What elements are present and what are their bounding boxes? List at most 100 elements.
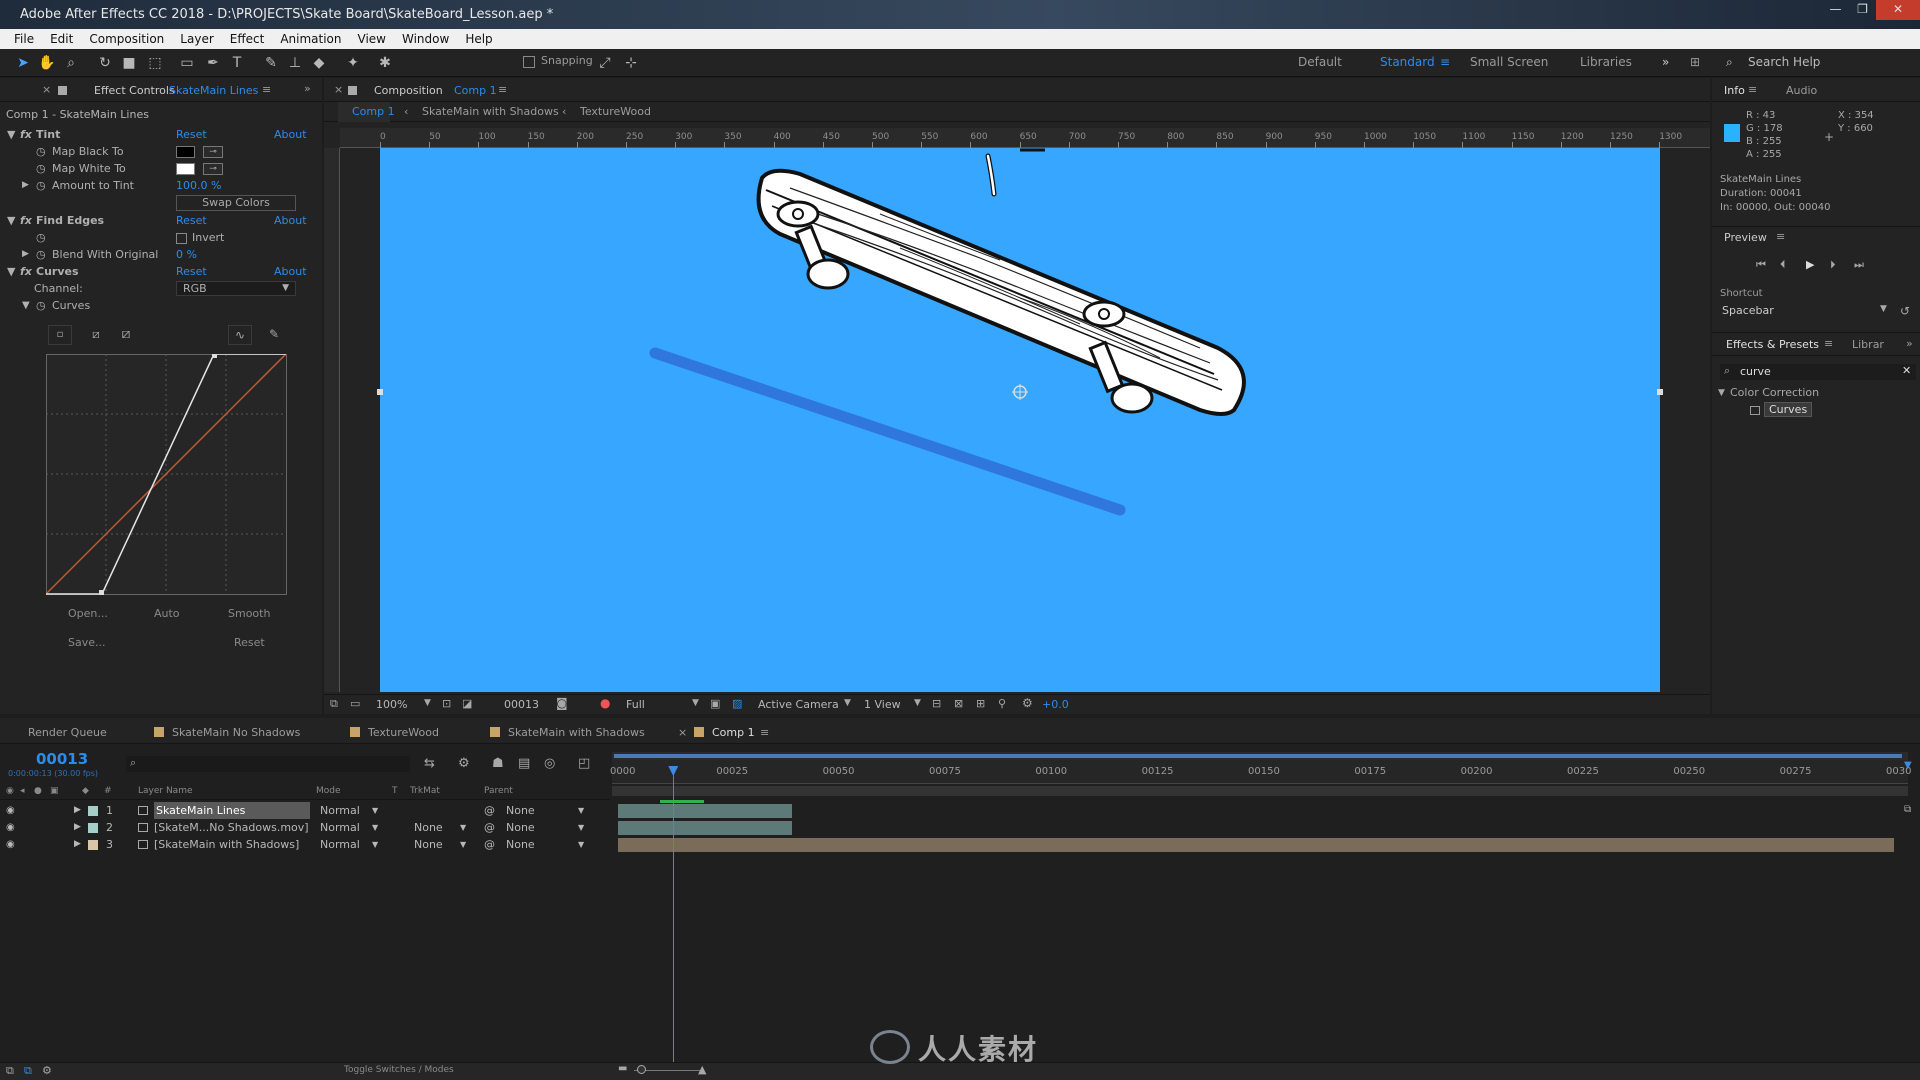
close-tab-icon[interactable]: × [334, 83, 343, 96]
shy-layers-icon[interactable]: ☗ [492, 756, 504, 771]
mode-dropdown[interactable]: Normal [320, 802, 360, 819]
panel-menu-icon[interactable]: ≡ [1776, 230, 1785, 243]
disclosure-triangle-icon[interactable]: ▼ [7, 126, 15, 143]
toggle-switches-modes-button[interactable]: Toggle Switches / Modes [344, 1065, 454, 1075]
pan-behind-tool-icon[interactable]: ⬚ [146, 54, 164, 72]
stopwatch-icon[interactable]: ◷ [36, 229, 46, 246]
breadcrumb-texturewood[interactable]: TextureWood [580, 105, 651, 118]
comp-settings-icon[interactable]: ⧉ [6, 1064, 14, 1078]
shortcut-dropdown[interactable]: Spacebar ▼ [1720, 304, 1892, 320]
timeline-icon[interactable]: ⊞ [976, 697, 985, 710]
menu-animation[interactable]: Animation [272, 29, 349, 49]
tint-effect-row[interactable]: ▼ fx Tint Reset About [0, 126, 310, 143]
effects-search-input[interactable]: ⌕ curve ✕ [1720, 364, 1916, 380]
close-tab-icon[interactable]: × [678, 726, 687, 739]
toggle-pixel-aspect-icon[interactable]: ⊟ [932, 697, 941, 710]
curve-size-large-icon[interactable]: ⧄ [114, 325, 138, 345]
mode-dropdown[interactable]: Normal [320, 836, 360, 853]
fx-icon[interactable]: fx [20, 212, 32, 229]
zoom-in-icon[interactable]: ▲ [698, 1063, 706, 1076]
fx-icon[interactable]: fx [20, 263, 32, 280]
expand-layer-switches-icon[interactable]: ⧉ [24, 1064, 32, 1078]
exposure-value[interactable]: +0.0 [1042, 698, 1069, 711]
curves-smooth-button[interactable]: Smooth [228, 607, 270, 620]
pickwhip-icon[interactable]: @ [484, 836, 495, 853]
workspace-default[interactable]: Default [1298, 55, 1342, 69]
camera-snapshot-icon[interactable]: ◙ [556, 696, 568, 710]
more-workspaces-icon[interactable]: » [1662, 55, 1669, 69]
navigator-bar[interactable] [612, 786, 1908, 796]
curve-size-medium-icon[interactable]: ⧄ [84, 325, 108, 345]
color-channels-icon[interactable]: ● [600, 696, 610, 710]
panel-menu-icon[interactable]: ≡ [262, 83, 271, 96]
curves-reset-link[interactable]: Reset [176, 263, 207, 280]
pickwhip-icon[interactable]: @ [484, 819, 495, 836]
menu-file[interactable]: File [6, 29, 42, 49]
map-black-swatch[interactable] [176, 146, 195, 158]
reset-exposure-icon[interactable]: ⚙ [1022, 696, 1033, 710]
clone-stamp-tool-icon[interactable]: ⊥ [286, 54, 304, 72]
effect-controls-tab[interactable]: Effect Controls [94, 84, 175, 97]
fit-icon[interactable]: ⊡ [442, 697, 451, 710]
bezier-curve-tool-icon[interactable]: ∿ [228, 325, 252, 345]
tint-about-link[interactable]: About [274, 126, 307, 143]
disclosure-triangle-icon[interactable]: ▶ [22, 246, 29, 263]
amount-to-tint-value[interactable]: 100.0 % [176, 177, 221, 194]
label-color-swatch[interactable] [88, 823, 98, 833]
layer-search-input[interactable]: ⌕ [126, 756, 410, 772]
channel-dropdown[interactable]: RGB ▼ [176, 281, 296, 296]
hand-tool-icon[interactable]: ✋ [38, 54, 56, 72]
blend-value[interactable]: 0 % [176, 246, 197, 263]
curves-open-button[interactable]: Open... [68, 607, 108, 620]
next-frame-icon[interactable]: ⏵ [1830, 258, 1836, 272]
monitor-icon[interactable]: ▭ [350, 697, 360, 710]
parent-column[interactable]: Parent [484, 786, 513, 796]
play-icon[interactable]: ▶ [1806, 258, 1814, 271]
close-button[interactable]: ✕ [1876, 0, 1920, 20]
mode-dropdown[interactable]: Normal [320, 819, 360, 836]
workspace-menu-icon[interactable]: ≡ [1440, 55, 1450, 69]
brush-tool-icon[interactable]: ✎ [262, 54, 280, 72]
composition-tab-name[interactable]: Comp 1 [454, 84, 497, 97]
clear-search-icon[interactable]: ✕ [1902, 364, 1911, 377]
menu-edit[interactable]: Edit [42, 29, 81, 49]
composition-tab[interactable]: Composition [374, 84, 443, 97]
zoom-tool-icon[interactable]: ⌕ [62, 54, 80, 72]
eye-icon[interactable]: ◉ [6, 819, 15, 836]
layer-handle-left[interactable] [377, 389, 383, 395]
effect-controls-layer[interactable]: SkateMain Lines [169, 84, 258, 97]
stopwatch-icon[interactable]: ◷ [36, 143, 46, 160]
table-row[interactable]: ◉ ▶ 2 [SkateM...No Shadows.mov] Normal ▼ None ▼… [0, 819, 610, 836]
layer-duration-bar[interactable] [618, 821, 793, 835]
swap-colors-button[interactable]: Swap Colors [176, 195, 296, 211]
layer-name[interactable]: SkateMain Lines [154, 802, 310, 819]
label-color-swatch[interactable] [88, 840, 98, 850]
panel-layout-icon[interactable]: ⊞ [1690, 55, 1700, 69]
work-area-range[interactable] [614, 754, 1902, 758]
pencil-curve-tool-icon[interactable]: ✎ [262, 325, 286, 345]
curves-effect-item[interactable]: Curves [1764, 402, 1813, 417]
playhead[interactable] [673, 766, 675, 1066]
find-edges-about-link[interactable]: About [274, 212, 307, 229]
search-help-input[interactable]: Search Help [1748, 55, 1820, 69]
snap-edges-icon[interactable]: ⤢ [596, 54, 614, 72]
workspace-standard[interactable]: Standard [1380, 55, 1435, 69]
panel-menu-icon[interactable]: ≡ [1824, 337, 1833, 350]
find-edges-reset-link[interactable]: Reset [176, 212, 207, 229]
rotate-tool-icon[interactable]: ↻ [96, 54, 114, 72]
zoom-slider-handle[interactable] [637, 1065, 646, 1074]
pen-tool-icon[interactable]: ✒ [204, 54, 222, 72]
t-column[interactable]: T [392, 786, 398, 796]
pickwhip-icon[interactable]: @ [484, 802, 495, 819]
panel-menu-icon[interactable]: ≡ [1748, 83, 1757, 96]
transparency-toggle-icon[interactable]: ▨ [732, 697, 742, 710]
tab-comp1[interactable]: Comp 1 [694, 726, 755, 739]
region-of-interest-icon[interactable]: ▣ [710, 697, 720, 710]
parent-dropdown[interactable]: None [506, 802, 535, 819]
zoom-out-icon[interactable]: ▬ [618, 1063, 627, 1074]
tab-skatemain-no-shadows[interactable]: SkateMain No Shadows [154, 726, 300, 739]
layer-name[interactable]: [SkateMain with Shadows] [154, 836, 299, 853]
comp-end-marker-icon[interactable]: ▼ [1904, 760, 1912, 771]
curves-about-link[interactable]: About [274, 263, 307, 280]
fast-previews-icon[interactable]: ⊠ [954, 697, 963, 710]
